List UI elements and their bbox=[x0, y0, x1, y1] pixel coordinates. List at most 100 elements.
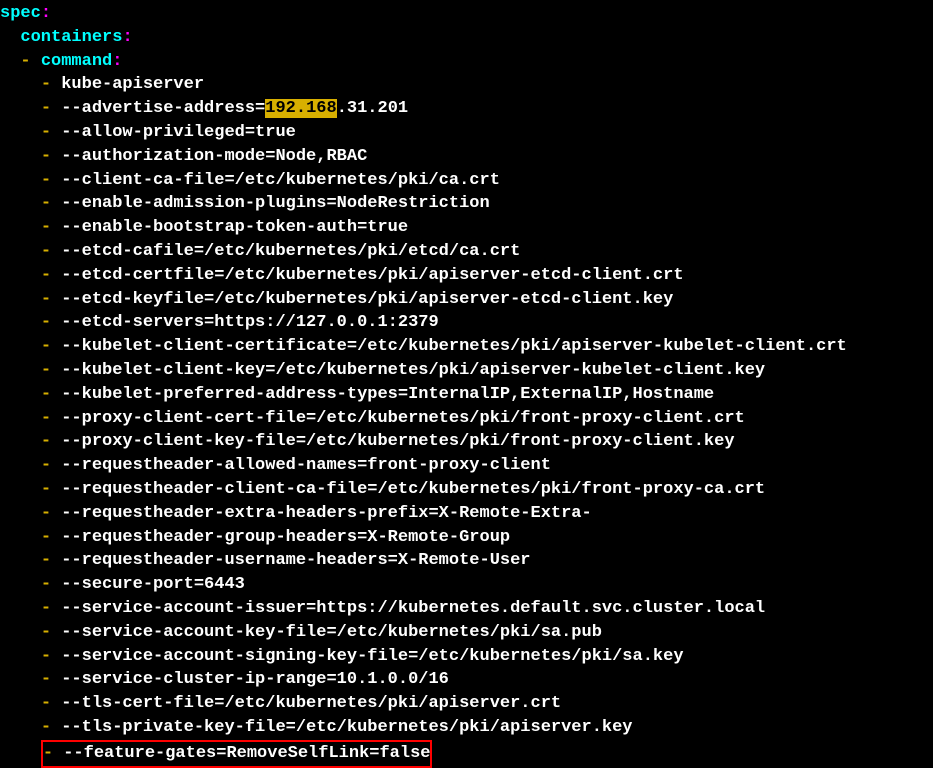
yaml-item-line: - kube-apiserver bbox=[0, 73, 933, 97]
dash: - bbox=[41, 528, 51, 547]
yaml-item-line: - --requestheader-client-ca-file=/etc/ku… bbox=[0, 478, 933, 502]
dash: - bbox=[41, 575, 51, 594]
item-text: --requestheader-allowed-names=front-prox… bbox=[61, 456, 551, 475]
dash: - bbox=[41, 361, 51, 380]
item-text: --service-account-key-file=/etc/kubernet… bbox=[61, 623, 602, 642]
yaml-item-line: - --enable-bootstrap-token-auth=true bbox=[0, 216, 933, 240]
yaml-item-line: - --client-ca-file=/etc/kubernetes/pki/c… bbox=[0, 169, 933, 193]
dash: - bbox=[41, 623, 51, 642]
item-text: --requestheader-group-headers=X-Remote-G… bbox=[61, 528, 510, 547]
dash: - bbox=[41, 99, 51, 118]
yaml-item-line: - --service-account-signing-key-file=/et… bbox=[0, 645, 933, 669]
yaml-item-line: - --requestheader-group-headers=X-Remote… bbox=[0, 526, 933, 550]
yaml-item-line: - --service-account-key-file=/etc/kubern… bbox=[0, 621, 933, 645]
dash: - bbox=[41, 599, 51, 618]
item-text: --etcd-cafile=/etc/kubernetes/pki/etcd/c… bbox=[61, 242, 520, 261]
yaml-item-line: - --etcd-certfile=/etc/kubernetes/pki/ap… bbox=[0, 264, 933, 288]
yaml-item-line: - --service-cluster-ip-range=10.1.0.0/16 bbox=[0, 668, 933, 692]
dash: - bbox=[41, 694, 51, 713]
dash: - bbox=[41, 123, 51, 142]
item-text: --kubelet-client-certificate=/etc/kubern… bbox=[61, 337, 847, 356]
dash: - bbox=[41, 718, 51, 737]
colon: : bbox=[112, 52, 122, 71]
yaml-code-block: spec: containers: - command: - kube-apis… bbox=[0, 0, 933, 768]
dash: - bbox=[41, 313, 51, 332]
yaml-item-line: - --kubelet-client-certificate=/etc/kube… bbox=[0, 335, 933, 359]
search-highlight: 192.168 bbox=[265, 99, 336, 118]
containers-key: containers bbox=[20, 28, 122, 47]
item-text: --tls-private-key-file=/etc/kubernetes/p… bbox=[61, 718, 632, 737]
dash: - bbox=[41, 242, 51, 261]
item-text: --proxy-client-key-file=/etc/kubernetes/… bbox=[61, 432, 734, 451]
dash: - bbox=[41, 75, 51, 94]
item-text: --service-account-signing-key-file=/etc/… bbox=[61, 647, 683, 666]
yaml-item-line: - --enable-admission-plugins=NodeRestric… bbox=[0, 192, 933, 216]
item-text: --client-ca-file=/etc/kubernetes/pki/ca.… bbox=[61, 171, 500, 190]
command-line: - command: bbox=[0, 50, 933, 74]
item-text: --secure-port=6443 bbox=[61, 575, 245, 594]
highlighted-box: - --feature-gates=RemoveSelfLink=false bbox=[41, 740, 433, 768]
item-text: --allow-privileged=true bbox=[61, 123, 296, 142]
dash: - bbox=[41, 551, 51, 570]
yaml-item-line: - --authorization-mode=Node,RBAC bbox=[0, 145, 933, 169]
item-text: --tls-cert-file=/etc/kubernetes/pki/apis… bbox=[61, 694, 561, 713]
item-text: --etcd-servers=https://127.0.0.1:2379 bbox=[61, 313, 438, 332]
yaml-item-line: - --etcd-keyfile=/etc/kubernetes/pki/api… bbox=[0, 288, 933, 312]
item-text: --advertise-address= bbox=[61, 99, 265, 118]
yaml-item-line: - --kubelet-preferred-address-types=Inte… bbox=[0, 383, 933, 407]
yaml-item-line: - --proxy-client-key-file=/etc/kubernete… bbox=[0, 430, 933, 454]
dash: - bbox=[41, 504, 51, 523]
item-text: kube-apiserver bbox=[61, 75, 204, 94]
dash: - bbox=[41, 647, 51, 666]
item-text: --etcd-keyfile=/etc/kubernetes/pki/apise… bbox=[61, 290, 673, 309]
yaml-item-line: - --proxy-client-cert-file=/etc/kubernet… bbox=[0, 407, 933, 431]
yaml-item-line: - --requestheader-allowed-names=front-pr… bbox=[0, 454, 933, 478]
colon: : bbox=[41, 4, 51, 23]
spec-line: spec: bbox=[0, 2, 933, 26]
item-text: --service-cluster-ip-range=10.1.0.0/16 bbox=[61, 670, 449, 689]
command-key: command bbox=[41, 52, 112, 71]
item-text: --requestheader-client-ca-file=/etc/kube… bbox=[61, 480, 765, 499]
yaml-item-line: - --tls-cert-file=/etc/kubernetes/pki/ap… bbox=[0, 692, 933, 716]
item-text: --kubelet-client-key=/etc/kubernetes/pki… bbox=[61, 361, 765, 380]
item-text: --requestheader-extra-headers-prefix=X-R… bbox=[61, 504, 592, 523]
dash: - bbox=[41, 385, 51, 404]
dash: - bbox=[41, 290, 51, 309]
yaml-item-line: - --service-account-issuer=https://kuber… bbox=[0, 597, 933, 621]
dash: - bbox=[41, 337, 51, 356]
item-text: --authorization-mode=Node,RBAC bbox=[61, 147, 367, 166]
spec-key: spec bbox=[0, 4, 41, 23]
yaml-item-line: - --requestheader-extra-headers-prefix=X… bbox=[0, 502, 933, 526]
item-text: --enable-admission-plugins=NodeRestricti… bbox=[61, 194, 489, 213]
dash: - bbox=[43, 744, 53, 763]
containers-line: containers: bbox=[0, 26, 933, 50]
item-text: --enable-bootstrap-token-auth=true bbox=[61, 218, 408, 237]
item-text: --kubelet-preferred-address-types=Intern… bbox=[61, 385, 714, 404]
boxed-line: - --feature-gates=RemoveSelfLink=false bbox=[0, 740, 933, 768]
yaml-item-line: - --etcd-servers=https://127.0.0.1:2379 bbox=[0, 311, 933, 335]
dash: - bbox=[41, 456, 51, 475]
item-text: --service-account-issuer=https://kuberne… bbox=[61, 599, 765, 618]
item-text: --etcd-certfile=/etc/kubernetes/pki/apis… bbox=[61, 266, 683, 285]
yaml-item-line: - --kubelet-client-key=/etc/kubernetes/p… bbox=[0, 359, 933, 383]
dash: - bbox=[41, 194, 51, 213]
colon: : bbox=[122, 28, 132, 47]
dash: - bbox=[20, 52, 30, 71]
yaml-item-line: - --allow-privileged=true bbox=[0, 121, 933, 145]
dash: - bbox=[41, 266, 51, 285]
dash: - bbox=[41, 409, 51, 428]
yaml-item-line: - --secure-port=6443 bbox=[0, 573, 933, 597]
yaml-item-line: - --requestheader-username-headers=X-Rem… bbox=[0, 549, 933, 573]
item-text: --proxy-client-cert-file=/etc/kubernetes… bbox=[61, 409, 745, 428]
item-text: --requestheader-username-headers=X-Remot… bbox=[61, 551, 530, 570]
dash: - bbox=[41, 480, 51, 499]
dash: - bbox=[41, 171, 51, 190]
dash: - bbox=[41, 432, 51, 451]
dash: - bbox=[41, 670, 51, 689]
yaml-item-line: - --tls-private-key-file=/etc/kubernetes… bbox=[0, 716, 933, 740]
dash: - bbox=[41, 218, 51, 237]
item-text: .31.201 bbox=[337, 99, 408, 118]
yaml-item-line: - --advertise-address=192.168.31.201 bbox=[0, 97, 933, 121]
yaml-item-line: - --etcd-cafile=/etc/kubernetes/pki/etcd… bbox=[0, 240, 933, 264]
dash: - bbox=[41, 147, 51, 166]
